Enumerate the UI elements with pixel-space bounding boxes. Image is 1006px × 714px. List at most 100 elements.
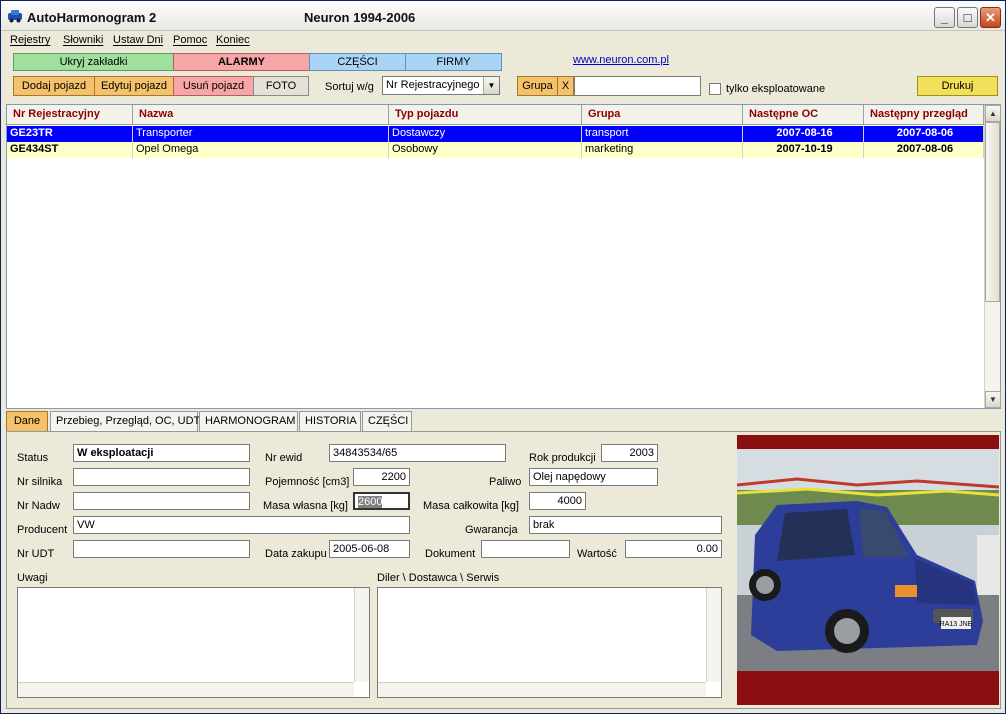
col-header-nastepny-przeglad[interactable]: Następny przegląd — [864, 105, 984, 125]
table-cell: Osobowy — [389, 142, 582, 158]
scroll-thumb[interactable] — [985, 122, 1000, 302]
group-clear-button[interactable]: X — [557, 76, 574, 96]
plate-text: RA13 JNE — [940, 621, 973, 628]
tab-historia[interactable]: HISTORIA — [299, 411, 361, 432]
nr-silnika-label: Nr silnika — [17, 476, 63, 488]
car-app-icon — [8, 10, 22, 23]
table-cell: 2007-10-19 — [743, 142, 864, 158]
uwagi-label: Uwagi — [17, 572, 48, 584]
diler-vscroll[interactable] — [706, 588, 721, 682]
col-header-nr-rej[interactable]: Nr Rejestracyjny — [7, 105, 133, 125]
edit-vehicle-button[interactable]: Edytuj pojazd — [94, 76, 174, 96]
status-label: Status — [17, 452, 49, 464]
chevron-down-icon[interactable]: ▼ — [483, 77, 499, 94]
producent-label: Producent — [17, 524, 68, 536]
gwarancja-label: Gwarancja — [465, 524, 518, 536]
table-scrollbar[interactable]: ▲ ▼ — [984, 105, 1001, 408]
only-operated-checkbox[interactable] — [709, 83, 721, 95]
status-field[interactable]: W eksploatacji — [73, 444, 250, 462]
data-zakupu-label: Data zakupu — [265, 548, 327, 560]
vehicles-table: Nr Rejestracyjny Nazwa Typ pojazdu Grupa… — [6, 104, 1001, 409]
col-header-nazwa[interactable]: Nazwa — [133, 105, 389, 125]
close-button[interactable]: ✕ — [980, 7, 1001, 28]
group-input[interactable] — [574, 76, 701, 96]
alarms-button[interactable]: ALARMY — [173, 53, 310, 71]
col-header-typ[interactable]: Typ pojazdu — [389, 105, 582, 125]
firms-button[interactable]: FIRMY — [405, 53, 502, 71]
only-operated-label: tylko eksploatowane — [726, 83, 826, 95]
uwagi-vscroll[interactable] — [354, 588, 369, 682]
table-cell: Transporter — [133, 126, 389, 142]
table-row[interactable]: GE23TR Transporter Dostawczy transport 2… — [7, 126, 984, 142]
masa-calkowita-field[interactable]: 4000 — [529, 492, 586, 510]
nr-udt-label: Nr UDT — [17, 548, 55, 560]
pojemnosc-label: Pojemność [cm3] — [265, 476, 350, 488]
menu-koniec[interactable]: Koniec — [216, 34, 250, 46]
col-header-grupa[interactable]: Grupa — [582, 105, 743, 125]
nr-nadw-field[interactable] — [73, 492, 250, 510]
masa-wlasna-field[interactable]: 2600 — [353, 492, 410, 510]
hide-tabs-button[interactable]: Ukryj zakładki — [13, 53, 174, 71]
masa-calkowita-label: Masa całkowita [kg] — [423, 500, 519, 512]
pojemnosc-field[interactable]: 2200 — [353, 468, 410, 486]
paliwo-label: Paliwo — [489, 476, 522, 488]
group-button[interactable]: Grupa — [517, 76, 558, 96]
nr-ewid-field[interactable]: 34843534/65 — [329, 444, 506, 462]
photo-button[interactable]: FOTO — [253, 76, 309, 96]
menu-pomoc[interactable]: Pomoc — [173, 34, 207, 46]
producent-field[interactable]: VW — [73, 516, 410, 534]
wartosc-field[interactable]: 0.00 — [625, 540, 722, 558]
vehicle-photo[interactable]: RA13 JNE — [736, 435, 1000, 705]
col-header-nastepne-oc[interactable]: Następne OC — [743, 105, 864, 125]
menu-bar: Rejestry Słowniki Ustaw Dni Pomoc Koniec — [1, 31, 1005, 51]
scroll-down-icon[interactable]: ▼ — [985, 391, 1001, 408]
diler-hscroll[interactable] — [378, 682, 706, 697]
app-title: AutoHarmonogram 2 — [27, 10, 157, 25]
website-link[interactable]: www.neuron.com.pl — [573, 54, 669, 66]
minimize-button[interactable]: _ — [934, 7, 955, 28]
nr-silnika-field[interactable] — [73, 468, 250, 486]
title-bar: AutoHarmonogram 2 Neuron 1994-2006 _ □ ✕ — [1, 1, 1005, 31]
parts-button[interactable]: CZĘŚCI — [309, 53, 406, 71]
data-zakupu-field[interactable]: 2005-06-08 — [329, 540, 410, 558]
menu-ustaw-dni[interactable]: Ustaw Dni — [113, 34, 163, 46]
maximize-button[interactable]: □ — [957, 7, 978, 28]
sort-label: Sortuj w/g — [325, 81, 374, 93]
paliwo-field[interactable]: Olej napędowy — [529, 468, 658, 486]
table-cell: Opel Omega — [133, 142, 389, 158]
menu-rejestry[interactable]: Rejestry — [10, 34, 50, 46]
rok-produkcji-field[interactable]: 2003 — [601, 444, 658, 462]
nr-ewid-label: Nr ewid — [265, 452, 303, 464]
masa-wlasna-value: 2600 — [358, 496, 383, 508]
masa-wlasna-label: Masa własna [kg] — [263, 500, 348, 512]
table-cell: GE23TR — [7, 126, 133, 142]
delete-vehicle-button[interactable]: Usuń pojazd — [173, 76, 254, 96]
nr-udt-field[interactable] — [73, 540, 250, 558]
table-cell: GE434ST — [7, 142, 133, 158]
wartosc-label: Wartość — [577, 548, 617, 560]
sort-select[interactable]: Nr Rejestracyjnego ▼ — [382, 76, 500, 95]
tab-harmonogram[interactable]: HARMONOGRAM — [199, 411, 298, 432]
print-button[interactable]: Drukuj — [917, 76, 998, 96]
company-title: Neuron 1994-2006 — [304, 10, 416, 25]
tab-przebieg[interactable]: Przebieg, Przegląd, OC, UDT — [50, 411, 200, 432]
table-row[interactable]: GE434ST Opel Omega Osobowy marketing 200… — [7, 142, 984, 158]
diler-label: Diler \ Dostawca \ Serwis — [377, 572, 500, 584]
dokument-field[interactable] — [481, 540, 570, 558]
dokument-label: Dokument — [425, 548, 476, 560]
uwagi-textarea[interactable] — [17, 587, 370, 698]
nr-nadw-label: Nr Nadw — [17, 500, 60, 512]
diler-textarea[interactable] — [377, 587, 722, 698]
tab-czesci[interactable]: CZĘŚCI — [362, 411, 412, 432]
gwarancja-field[interactable]: brak — [529, 516, 722, 534]
table-cell: marketing — [582, 142, 743, 158]
tab-dane[interactable]: Dane — [6, 411, 48, 432]
sort-select-value: Nr Rejestracyjnego — [386, 79, 480, 91]
table-cell: Dostawczy — [389, 126, 582, 142]
vehicle-photo-frame: RA13 JNE — [736, 435, 1000, 705]
scroll-up-icon[interactable]: ▲ — [985, 105, 1001, 122]
menu-slowniki[interactable]: Słowniki — [63, 34, 103, 46]
app-window: AutoHarmonogram 2 Neuron 1994-2006 _ □ ✕… — [0, 0, 1006, 714]
add-vehicle-button[interactable]: Dodaj pojazd — [13, 76, 95, 96]
uwagi-hscroll[interactable] — [18, 682, 354, 697]
